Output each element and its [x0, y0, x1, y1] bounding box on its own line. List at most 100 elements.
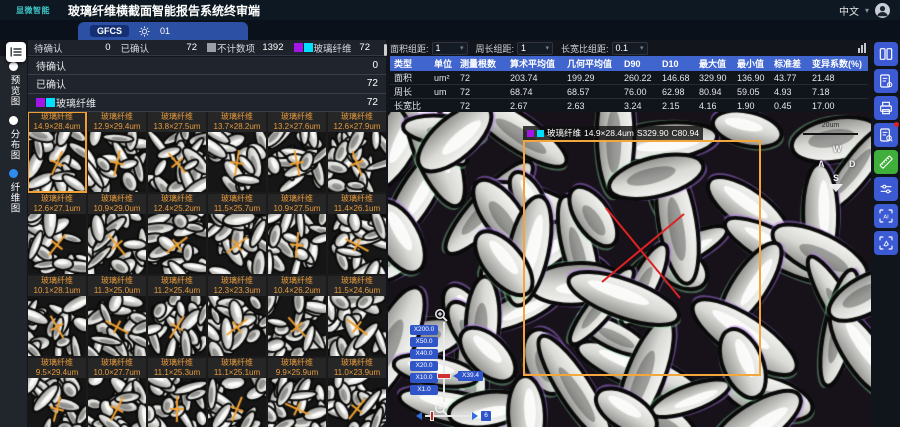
thumbnail-image[interactable] — [268, 214, 326, 274]
thumbnail-image[interactable] — [208, 132, 266, 192]
filter-dropdown[interactable]: 1▾ — [517, 42, 553, 55]
summary-value: 0 — [105, 42, 110, 53]
category-row[interactable]: 待确认0 — [28, 57, 386, 75]
manual-select-button[interactable] — [874, 231, 898, 255]
thumbnail-cell[interactable]: 玻璃纤维10.9×27.5um — [268, 194, 326, 274]
thumbnail-cell[interactable]: 玻璃纤维12.6×27.9um — [328, 112, 386, 192]
thumbnail-image[interactable] — [268, 132, 326, 192]
thumbnail-cell[interactable]: 玻璃纤维11.4×26.1um — [328, 194, 386, 274]
view-mode-2[interactable]: 分布图 — [7, 116, 21, 161]
thumbnail-cell[interactable]: 玻璃纤维14.9×28.4um — [28, 112, 86, 192]
print-button[interactable] — [874, 96, 898, 120]
microscope-viewer[interactable]: 20um 玻璃纤维 14.9×28.4um S329.90 C80.94 W A… — [388, 112, 871, 427]
zoom-in-icon[interactable] — [434, 308, 448, 322]
adjust-settings-button[interactable] — [874, 177, 898, 201]
panel-menu-button[interactable] — [6, 42, 26, 62]
report-settings-button[interactable] — [874, 69, 898, 93]
thumbnail-cell[interactable]: 玻璃纤维10.0×27.7um — [88, 358, 146, 427]
table-column-header: 最大值 — [695, 56, 733, 71]
thumbnail-cell[interactable]: 玻璃纤维12.6×27.1um — [28, 194, 86, 274]
zoom-preset-button[interactable]: X20.0 — [410, 361, 438, 371]
compare-view-button[interactable] — [874, 42, 898, 66]
thumbnail-image[interactable] — [208, 378, 266, 427]
filter-control: 长宽比组距:0.1▾ — [561, 42, 648, 55]
category-row[interactable]: 已确认72 — [28, 75, 386, 93]
ai-select-button[interactable]: AI — [874, 204, 898, 228]
thumbnail-cell[interactable]: 玻璃纤维11.1×25.1um — [208, 358, 266, 427]
view-mode-3[interactable]: 纤维图 — [7, 169, 21, 214]
thumbnail-cell[interactable]: 玻璃纤维11.3×25.0um — [88, 276, 146, 356]
thumbnail-image[interactable] — [28, 378, 86, 427]
current-zoom-value: X39.4 — [458, 371, 483, 381]
thumbnail-cell[interactable]: 玻璃纤维11.0×23.9um — [328, 358, 386, 427]
thumbnail-image[interactable] — [28, 296, 86, 356]
pan-down-key[interactable]: S — [833, 173, 839, 183]
thumbnail-image[interactable] — [88, 296, 146, 356]
zoom-preset-button[interactable]: X1.0 — [410, 385, 438, 395]
thumbnail-cell[interactable]: 玻璃纤维11.2×25.4um — [148, 276, 206, 356]
zoom-slider-track[interactable] — [443, 322, 445, 402]
zoom-preset-button[interactable]: X200.0 — [410, 325, 438, 335]
filter-dropdown[interactable]: 1▾ — [432, 42, 468, 55]
radio-dot[interactable] — [9, 62, 18, 71]
radio-dot[interactable] — [9, 116, 18, 125]
thumbnail-cell[interactable]: 玻璃纤维11.5×25.7um — [208, 194, 266, 274]
thumbnail-image[interactable] — [88, 378, 146, 427]
thumbnail-cell[interactable]: 玻璃纤维13.2×27.6um — [268, 112, 326, 192]
thumbnail-cell[interactable]: 玻璃纤维10.9×29.0um — [88, 194, 146, 274]
brightness-icon[interactable] — [139, 26, 150, 37]
pan-left-key[interactable]: A — [818, 159, 825, 169]
tab-gfcs[interactable]: GFCS 01 — [78, 22, 248, 40]
category-row[interactable]: 玻璃纤维72 — [28, 94, 386, 112]
thumbnail-image[interactable] — [148, 378, 206, 427]
pan-right-key[interactable]: D — [849, 159, 856, 169]
thumbnail-cell[interactable]: 玻璃纤维11.1×25.3um — [148, 358, 206, 427]
thumbnail-image[interactable] — [28, 214, 86, 274]
zoom-preset-button[interactable]: X40.0 — [410, 349, 438, 359]
thumbnail-image[interactable] — [268, 378, 326, 427]
thumbnail-cell[interactable]: 玻璃纤维10.4×26.2um — [268, 276, 326, 356]
language-selector[interactable]: 中文 — [839, 3, 859, 18]
view-mode-1[interactable]: 预览图 — [7, 62, 21, 107]
radio-dot[interactable] — [9, 169, 18, 178]
thumbnail-image[interactable] — [268, 296, 326, 356]
histogram-chart-button[interactable] — [858, 43, 866, 53]
avatar[interactable] — [875, 3, 890, 18]
zoom-slider-handle[interactable] — [437, 373, 451, 379]
thumbnail-cell[interactable]: 玻璃纤维12.4×25.2um — [148, 194, 206, 274]
thumbnail-image[interactable] — [148, 296, 206, 356]
thumbnail-cell[interactable]: 玻璃纤维12.3×23.3um — [208, 276, 266, 356]
pan-left-arrow[interactable] — [416, 412, 422, 420]
thumbnail-cell[interactable]: 玻璃纤维12.9×29.4um — [88, 112, 146, 192]
thumbnail-cell[interactable]: 玻璃纤维11.5×24.6um — [328, 276, 386, 356]
thumbnail-image[interactable] — [208, 214, 266, 274]
thumbnail-image[interactable] — [328, 132, 386, 192]
pan-right-arrow[interactable] — [472, 412, 478, 420]
thumbnail-cell[interactable]: 玻璃纤维9.9×25.9um — [268, 358, 326, 427]
thumbnail-image[interactable] — [328, 296, 386, 356]
zoom-preset-button[interactable]: X50.0 — [410, 337, 438, 347]
thumbnail-cell[interactable]: 玻璃纤维10.1×28.1um — [28, 276, 86, 356]
thumbnail-cell[interactable]: 玻璃纤维13.8×27.5um — [148, 112, 206, 192]
scrollbar-thumb[interactable] — [384, 44, 387, 56]
measure-tool-button[interactable] — [874, 150, 898, 174]
thumbnail-type-label: 玻璃纤维 — [208, 194, 266, 204]
thumbnail-cell[interactable]: 玻璃纤维13.7×28.2um — [208, 112, 266, 192]
pan-slider-handle[interactable] — [430, 411, 434, 421]
zoom-preset-button[interactable]: X10.0 — [410, 373, 438, 383]
pan-up-key[interactable]: W — [833, 144, 842, 154]
thumbnail-image[interactable] — [328, 214, 386, 274]
report-preview-button[interactable] — [874, 123, 898, 147]
thumbnail-image[interactable] — [88, 132, 146, 192]
pan-slider-track[interactable] — [425, 415, 469, 417]
pan-down-arrow-icon[interactable] — [829, 184, 843, 192]
table-cell: 199.29 — [563, 71, 620, 85]
thumbnail-image[interactable] — [208, 296, 266, 356]
thumbnail-image[interactable] — [88, 214, 146, 274]
thumbnail-image[interactable] — [148, 132, 206, 192]
thumbnail-image[interactable] — [28, 132, 86, 192]
thumbnail-image[interactable] — [328, 378, 386, 427]
filter-dropdown[interactable]: 0.1▾ — [612, 42, 648, 55]
thumbnail-cell[interactable]: 玻璃纤维9.5×29.4um — [28, 358, 86, 427]
thumbnail-image[interactable] — [148, 214, 206, 274]
